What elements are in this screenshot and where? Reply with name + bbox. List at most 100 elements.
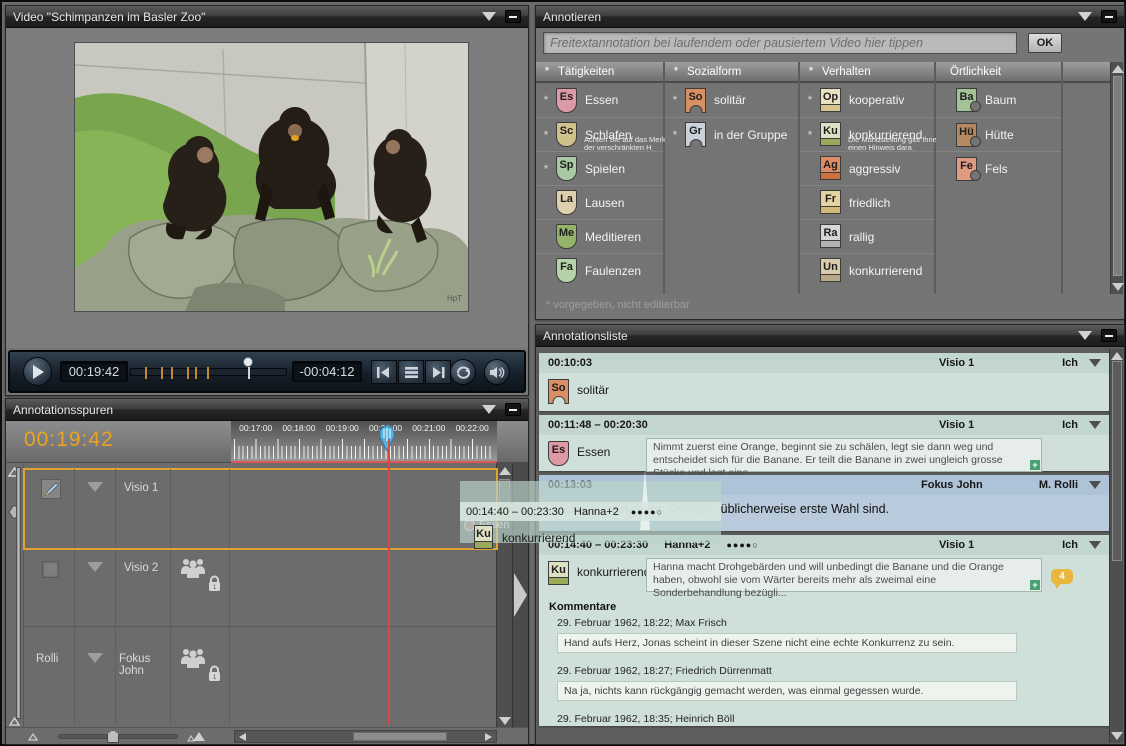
annotate-vertical-scrollbar[interactable]	[1110, 62, 1123, 294]
track-timeline-cell[interactable]	[230, 549, 495, 626]
transport-bar: 00:19:42 -00:04:12	[8, 350, 526, 393]
category-item[interactable]: * So solitär	[665, 83, 798, 117]
annotate-panel-header[interactable]: Annotieren	[536, 6, 1124, 28]
video-panel-header[interactable]: Video "Schimpanzen im Basler Zoo"	[6, 6, 528, 28]
category-item[interactable]: Fa Faulenzen	[536, 253, 663, 287]
category-item[interactable]: * Es Essen	[536, 83, 663, 117]
framelist-button[interactable]	[398, 360, 424, 384]
annotation-entry[interactable]: 00:10:03 Visio 1 Ich So solitär	[539, 353, 1110, 411]
entry-menu-icon[interactable]	[1089, 481, 1101, 489]
category-item[interactable]: Fr friedlich	[800, 185, 934, 219]
scroll-down-icon[interactable]	[9, 717, 20, 726]
category-item[interactable]: * Sc Schlafen Achten Sie auf das Merkmal…	[536, 117, 663, 151]
category-header[interactable]: * Tätigkeiten	[536, 62, 663, 83]
scroll-left-icon[interactable]	[239, 733, 246, 741]
track-row-visio-1[interactable]: Visio 1 00:14:40 – 00:23:30 Hanna+2 ●●●●…	[24, 469, 497, 549]
annotation-clip[interactable]: 00:14:40 – 00:23:30 Hanna+2 ●●●●○ Essen …	[460, 481, 721, 543]
scrollbar-thumb[interactable]	[353, 732, 447, 741]
category-item[interactable]: * Sp Spielen	[536, 151, 663, 185]
zoom-slider-handle[interactable]	[107, 730, 119, 743]
expand-plus-icon[interactable]: +	[1030, 580, 1040, 590]
entry-author: Ich	[1062, 357, 1078, 369]
video-frame[interactable]: HpT	[75, 43, 468, 311]
timeline-zoom-slider[interactable]	[58, 734, 178, 739]
comment-item[interactable]: 29. Februar 1962, 18:27; Friedrich Dürre…	[557, 665, 1017, 701]
row-resize-groove[interactable]	[16, 467, 21, 719]
category-item[interactable]: Ag aggressiv	[800, 151, 934, 185]
annotation-entry[interactable]: 00:14:40 – 00:23:30 Hanna+2 ●●●●○ Visio …	[539, 535, 1110, 726]
scrollbar-down-icon[interactable]	[1112, 283, 1124, 291]
seek-handle[interactable]	[243, 357, 253, 367]
track-checkbox[interactable]	[42, 561, 59, 578]
category-item[interactable]: Ra rallig	[800, 219, 934, 253]
panel-menu-icon[interactable]	[482, 12, 496, 21]
panel-menu-icon[interactable]	[482, 405, 496, 414]
scrollbar-down-icon[interactable]	[1111, 732, 1123, 740]
freetext-annotation-input[interactable]	[543, 32, 1017, 54]
category-header[interactable]: * Sozialform	[665, 62, 798, 83]
scrollbar-down-icon[interactable]	[499, 717, 511, 725]
scrollbar-up-icon[interactable]	[1111, 352, 1123, 360]
seek-slider[interactable]	[130, 368, 287, 376]
entry-menu-icon[interactable]	[1089, 421, 1101, 429]
track-timeline-cell[interactable]: 00:14:40 – 00:23:30 Hanna+2 ●●●●○ Essen …	[230, 469, 495, 548]
comment-item[interactable]: 29. Februar 1962, 18:35; Heinrich Böll	[557, 713, 1017, 725]
category-item[interactable]: Un konkurrierend	[800, 253, 934, 287]
panel-menu-icon[interactable]	[1078, 331, 1092, 340]
category-item[interactable]: Fe Fels	[936, 151, 1061, 185]
scrollbar-up-icon[interactable]	[499, 467, 511, 475]
category-item[interactable]: * Op kooperativ	[800, 83, 934, 117]
prev-frame-button[interactable]	[371, 360, 397, 384]
panel-minimize-icon[interactable]	[1101, 329, 1117, 342]
category-item[interactable]: La Lausen	[536, 185, 663, 219]
category-item[interactable]: Ba Baum	[936, 83, 1061, 117]
panel-minimize-icon[interactable]	[1101, 10, 1117, 23]
entry-description[interactable]: Hanna macht Drohgebärden und will unbedi…	[646, 558, 1042, 592]
next-frame-button[interactable]	[425, 360, 451, 384]
track-menu-icon[interactable]	[87, 562, 103, 572]
expand-handle-icon[interactable]	[514, 573, 527, 617]
timeline-ruler[interactable]: 00:17:0000:18:0000:19:0000:20:0000:21:00…	[231, 421, 497, 463]
list-panel-header[interactable]: Annotationsliste	[536, 325, 1124, 347]
scrollbar-thumb[interactable]	[1113, 76, 1122, 276]
panel-menu-icon[interactable]	[1078, 12, 1092, 21]
loop-button[interactable]	[450, 359, 476, 385]
track-row-visio-2[interactable]: Visio 2 1	[24, 549, 497, 627]
track-name: Fokus John	[119, 653, 170, 677]
playhead-marker[interactable]	[378, 425, 396, 460]
scrollbar-up-icon[interactable]	[1112, 65, 1124, 73]
entry-menu-icon[interactable]	[1089, 359, 1101, 367]
list-vertical-scrollbar[interactable]	[1109, 349, 1123, 743]
zoom-in-icon[interactable]	[186, 731, 206, 742]
play-button[interactable]	[23, 357, 52, 386]
list-panel-title: Annotationsliste	[543, 329, 628, 343]
comment-count-bubble[interactable]: 4	[1051, 569, 1073, 584]
panel-minimize-icon[interactable]	[505, 403, 521, 416]
entry-menu-icon[interactable]	[1089, 541, 1101, 549]
panel-minimize-icon[interactable]	[505, 10, 521, 23]
category-item[interactable]: Me Meditieren	[536, 219, 663, 253]
category-item[interactable]: * Gr in der Gruppe	[665, 117, 798, 151]
category-header[interactable]: * Verhalten	[800, 62, 934, 83]
track-timeline-cell[interactable]	[230, 627, 495, 724]
track-menu-icon[interactable]	[87, 482, 103, 492]
category-item[interactable]: Hü Hütte	[936, 117, 1061, 151]
category-header[interactable]: Örtlichkeit	[936, 62, 1061, 83]
timeline-horizontal-scrollbar[interactable]	[234, 730, 497, 743]
scroll-right-icon[interactable]	[485, 733, 492, 741]
track-menu-icon[interactable]	[87, 653, 103, 663]
category-item[interactable]: * Ku konkurrierend Die Mundstellung gibt…	[800, 117, 934, 151]
ok-button[interactable]: OK	[1028, 33, 1062, 53]
track-row-fokus-john[interactable]: Rolli Fokus John 1	[24, 627, 497, 724]
zoom-out-icon[interactable]	[28, 733, 38, 741]
comment-item[interactable]: 29. Februar 1962, 18:22; Max Frisch Hand…	[557, 617, 1017, 653]
timeline-header: 00:19:42 00:17:0000:18:0000:19:0000:20:0…	[6, 421, 528, 463]
annotation-entry[interactable]: 00:11:48 – 00:20:30 Visio 1 Ich Es Essen…	[539, 415, 1110, 471]
expand-plus-icon[interactable]: +	[1030, 460, 1040, 470]
volume-button[interactable]	[484, 359, 510, 385]
scrollbar-thumb[interactable]	[1112, 361, 1122, 561]
tracks-panel-header[interactable]: Annotationsspuren	[6, 399, 528, 421]
clip-participants: Hanna+2	[574, 506, 619, 518]
entry-description[interactable]: Nimmt zuerst eine Orange, beginnt sie zu…	[646, 438, 1042, 472]
edit-track-button[interactable]	[41, 479, 61, 499]
